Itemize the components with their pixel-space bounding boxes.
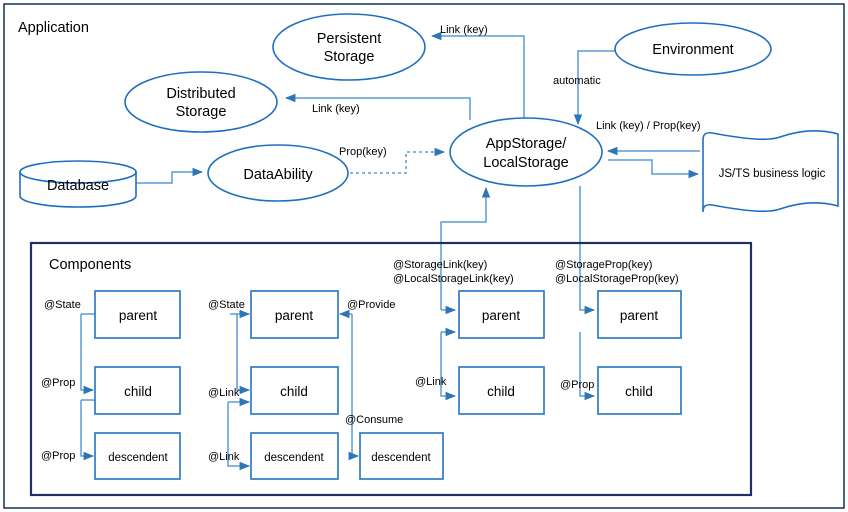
decorator-consume: @Consume (345, 414, 403, 426)
label-storagelink-line2: @LocalStorageLink(key) (393, 273, 514, 285)
app-storage-line1: AppStorage/ (486, 136, 568, 152)
component-label-descendent-2: descendent (264, 452, 324, 464)
component-label-parent-4: parent (620, 308, 659, 323)
components-label: Components (49, 257, 131, 273)
component-label-child-4: child (625, 384, 653, 399)
node-persistent-storage (272, 13, 426, 81)
connector-environment-to-appstorage (573, 50, 616, 126)
connector-storageprop-to-parent4 (579, 186, 596, 315)
node-distributed-storage (124, 71, 278, 133)
label-storagelink-line1: @StorageLink(key) (393, 259, 487, 271)
connector-prop-parent1-child1 (80, 314, 95, 395)
connector-prop-child1-descendent1 (80, 400, 95, 461)
decorator-prop-1: @Prop (41, 377, 75, 389)
component-label-child-3: child (487, 384, 515, 399)
diagram-canvas: Application Persistent Storage Distribut… (3, 3, 845, 509)
architecture-diagram: Application Persistent Storage Distribut… (0, 0, 848, 512)
decorator-link-2: @Link (208, 451, 240, 463)
decorator-prop-4: @Prop (560, 379, 594, 391)
decorator-state-1: @State (44, 299, 81, 311)
label-environment-automatic: automatic (553, 75, 601, 87)
connector-database-to-dataability (136, 167, 204, 184)
component-label-parent-1: parent (119, 308, 158, 323)
label-distributed-link: Link (key) (312, 103, 360, 115)
decorator-prop-2: @Prop (41, 450, 75, 462)
component-label-parent-2: parent (275, 308, 314, 323)
business-logic-label: JS/TS business logic (719, 168, 826, 180)
database-label: Database (47, 178, 109, 194)
component-label-child-1: child (124, 384, 152, 399)
decorator-provide: @Provide (347, 299, 395, 311)
decorator-link-3: @Link (415, 376, 447, 388)
component-label-parent-3: parent (482, 308, 521, 323)
application-label: Application (18, 20, 89, 36)
decorator-link-1: @Link (208, 387, 240, 399)
node-app-storage (449, 117, 603, 187)
distributed-storage-line2: Storage (176, 104, 227, 120)
label-storageprop-line2: @LocalStorageProp(key) (555, 273, 679, 285)
app-storage-line2: LocalStorage (483, 155, 568, 171)
label-persistent-link: Link (key) (440, 24, 488, 36)
component-label-descendent-1: descendent (108, 452, 168, 464)
data-ability-label: DataAbility (243, 167, 313, 183)
environment-label: Environment (652, 42, 733, 58)
connector-appstorage-to-persistent (430, 31, 525, 122)
component-label-child-2: child (280, 384, 308, 399)
component-label-descendent-consume: descendent (371, 452, 431, 464)
label-business-link-prop: Link (key) / Prop(key) (596, 120, 701, 132)
persistent-storage-line2: Storage (324, 49, 375, 65)
connector-appstorage-to-businesslogic (608, 159, 700, 179)
persistent-storage-line1: Persistent (317, 31, 381, 47)
decorator-state-2: @State (208, 299, 245, 311)
connector-link-to-child2 (236, 314, 251, 395)
label-storageprop-line1: @StorageProp(key) (555, 259, 652, 271)
distributed-storage-line1: Distributed (166, 86, 235, 102)
connector-consume-to-descendent (348, 314, 360, 461)
label-dataability-prop: Prop(key) (339, 146, 387, 158)
